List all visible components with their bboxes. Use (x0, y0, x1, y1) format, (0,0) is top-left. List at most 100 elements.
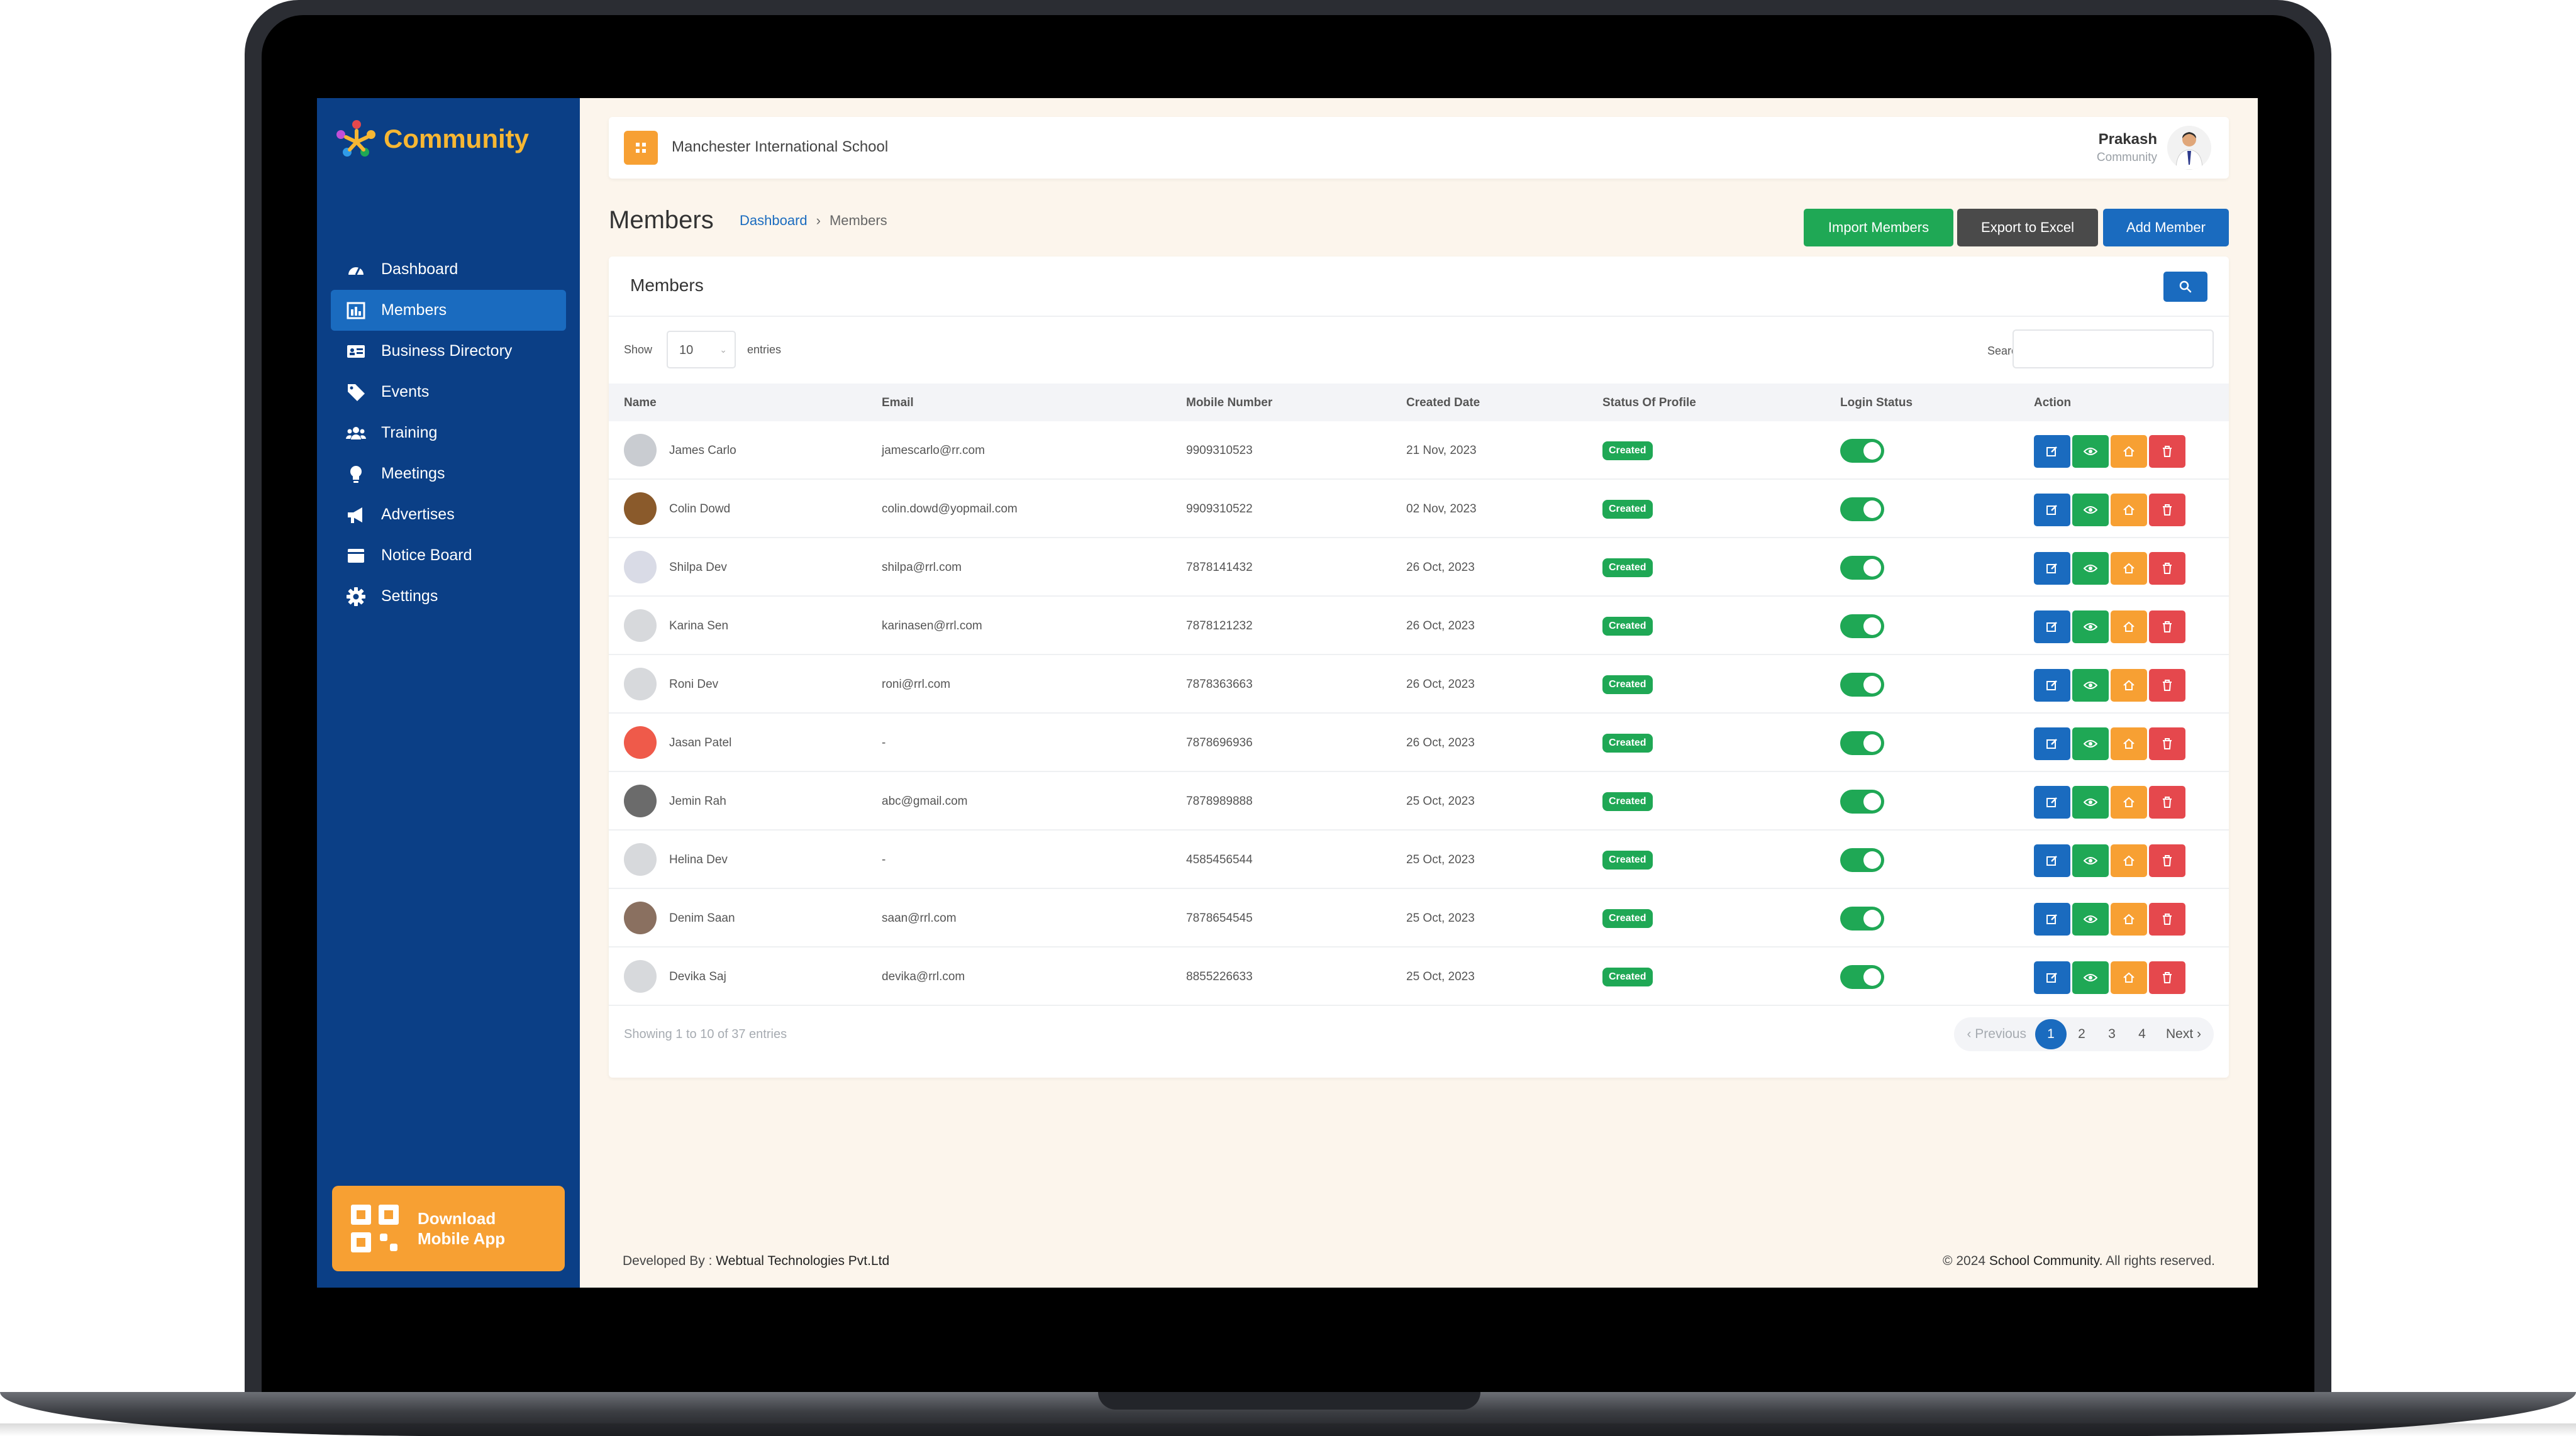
trash-icon (2162, 562, 2173, 575)
login-status-toggle[interactable] (1840, 965, 1884, 989)
member-name: Shilpa Dev (669, 561, 727, 574)
sidebar-item-advertises[interactable]: Advertises (331, 494, 566, 535)
home-button[interactable] (2111, 552, 2147, 585)
pagination-previous-button[interactable]: ‹ Previous (1958, 1019, 2035, 1049)
sidebar-item-meetings[interactable]: Meetings (331, 453, 566, 494)
sidebar-item-dashboard[interactable]: Dashboard (331, 249, 566, 290)
eye-icon (2084, 914, 2097, 925)
import-members-button[interactable]: Import Members (1804, 209, 1953, 246)
pagination-next-button[interactable]: Next › (2157, 1019, 2210, 1049)
edit-button[interactable] (2034, 844, 2070, 877)
login-status-toggle[interactable] (1840, 673, 1884, 697)
delete-button[interactable] (2149, 844, 2185, 877)
search-toggle-button[interactable] (2163, 272, 2207, 302)
edit-button[interactable] (2034, 610, 2070, 643)
school-grid-icon[interactable] (624, 131, 658, 165)
edit-button[interactable] (2034, 727, 2070, 760)
column-header-email[interactable]: Email (882, 396, 914, 410)
login-status-toggle[interactable] (1840, 614, 1884, 638)
download-mobile-app-button[interactable]: Download Mobile App (332, 1186, 565, 1271)
delete-button[interactable] (2149, 669, 2185, 702)
login-status-toggle[interactable] (1840, 497, 1884, 521)
edit-button[interactable] (2034, 786, 2070, 819)
pagination-page-1[interactable]: 1 (2035, 1019, 2067, 1049)
column-header-created-date[interactable]: Created Date (1406, 396, 1480, 410)
pagination-page-2[interactable]: 2 (2067, 1019, 2097, 1049)
home-button[interactable] (2111, 786, 2147, 819)
sidebar-item-label: Business Directory (381, 342, 513, 360)
view-button[interactable] (2072, 961, 2109, 994)
table-row: James Carlo jamescarlo@rr.com 9909310523 21… (609, 421, 2229, 480)
status-badge: Created (1602, 500, 1653, 519)
edit-button[interactable] (2034, 903, 2070, 936)
view-button[interactable] (2072, 903, 2109, 936)
column-header-login-status[interactable]: Login Status (1840, 396, 1913, 410)
export-to-excel-button[interactable]: Export to Excel (1957, 209, 2098, 246)
column-header-status[interactable]: Status Of Profile (1602, 396, 1696, 410)
pagination-page-4[interactable]: 4 (2127, 1019, 2157, 1049)
view-button[interactable] (2072, 494, 2109, 526)
page-size-value: 10 (679, 343, 694, 357)
home-button[interactable] (2111, 610, 2147, 643)
brand[interactable]: Community (335, 111, 529, 167)
view-button[interactable] (2072, 669, 2109, 702)
delete-button[interactable] (2149, 786, 2185, 819)
edit-icon (2046, 621, 2058, 633)
sidebar-item-notice-board[interactable]: Notice Board (331, 535, 566, 576)
home-button[interactable] (2111, 435, 2147, 468)
home-button[interactable] (2111, 903, 2147, 936)
toggle-knob (1863, 968, 1881, 986)
login-status-toggle[interactable] (1840, 556, 1884, 580)
user-avatar[interactable] (2167, 126, 2211, 170)
login-status-toggle[interactable] (1840, 790, 1884, 814)
view-button[interactable] (2072, 727, 2109, 760)
member-name: Jasan Patel (669, 736, 732, 749)
edit-button[interactable] (2034, 435, 2070, 468)
login-status-toggle[interactable] (1840, 907, 1884, 931)
login-status-toggle[interactable] (1840, 731, 1884, 755)
member-avatar (624, 492, 657, 525)
delete-button[interactable] (2149, 494, 2185, 526)
user-name[interactable]: Prakash (2099, 131, 2157, 148)
login-status-toggle[interactable] (1840, 848, 1884, 872)
home-button[interactable] (2111, 669, 2147, 702)
breadcrumb-dashboard-link[interactable]: Dashboard (740, 213, 808, 229)
home-button[interactable] (2111, 961, 2147, 994)
pagination: ‹ Previous 1 2 3 4 Next › (1954, 1017, 2214, 1051)
view-button[interactable] (2072, 435, 2109, 468)
page-size-select[interactable]: 10 ⌄ (667, 331, 736, 368)
sidebar-item-members[interactable]: Members (331, 290, 566, 331)
table-search-input[interactable] (2012, 329, 2214, 368)
edit-button[interactable] (2034, 961, 2070, 994)
home-button[interactable] (2111, 494, 2147, 526)
edit-button[interactable] (2034, 669, 2070, 702)
sidebar-item-settings[interactable]: Settings (331, 576, 566, 617)
delete-button[interactable] (2149, 552, 2185, 585)
view-button[interactable] (2072, 844, 2109, 877)
column-header-name[interactable]: Name (624, 396, 657, 410)
delete-button[interactable] (2149, 903, 2185, 936)
column-header-mobile[interactable]: Mobile Number (1186, 396, 1272, 410)
footer-copyright-owner-link[interactable]: School Community. (1989, 1254, 2103, 1268)
table-header: Name Email Mobile Number Created Date St… (609, 384, 2229, 421)
view-button[interactable] (2072, 552, 2109, 585)
delete-button[interactable] (2149, 727, 2185, 760)
sidebar-item-training[interactable]: Training (331, 412, 566, 453)
home-button[interactable] (2111, 844, 2147, 877)
delete-button[interactable] (2149, 610, 2185, 643)
view-button[interactable] (2072, 610, 2109, 643)
login-status-toggle[interactable] (1840, 439, 1884, 463)
view-button[interactable] (2072, 786, 2109, 819)
footer-developer-link[interactable]: Webtual Technologies Pvt.Ltd (716, 1254, 889, 1268)
sidebar-item-events[interactable]: Events (331, 372, 566, 412)
edit-button[interactable] (2034, 552, 2070, 585)
home-button[interactable] (2111, 727, 2147, 760)
sidebar-item-business-directory[interactable]: Business Directory (331, 331, 566, 372)
pagination-page-3[interactable]: 3 (2097, 1019, 2127, 1049)
table-row: Helina Dev - 4585456544 25 Oct, 2023 Created (609, 831, 2229, 889)
delete-button[interactable] (2149, 435, 2185, 468)
delete-button[interactable] (2149, 961, 2185, 994)
edit-button[interactable] (2034, 494, 2070, 526)
status-badge: Created (1602, 792, 1653, 811)
add-member-button[interactable]: Add Member (2103, 209, 2229, 246)
